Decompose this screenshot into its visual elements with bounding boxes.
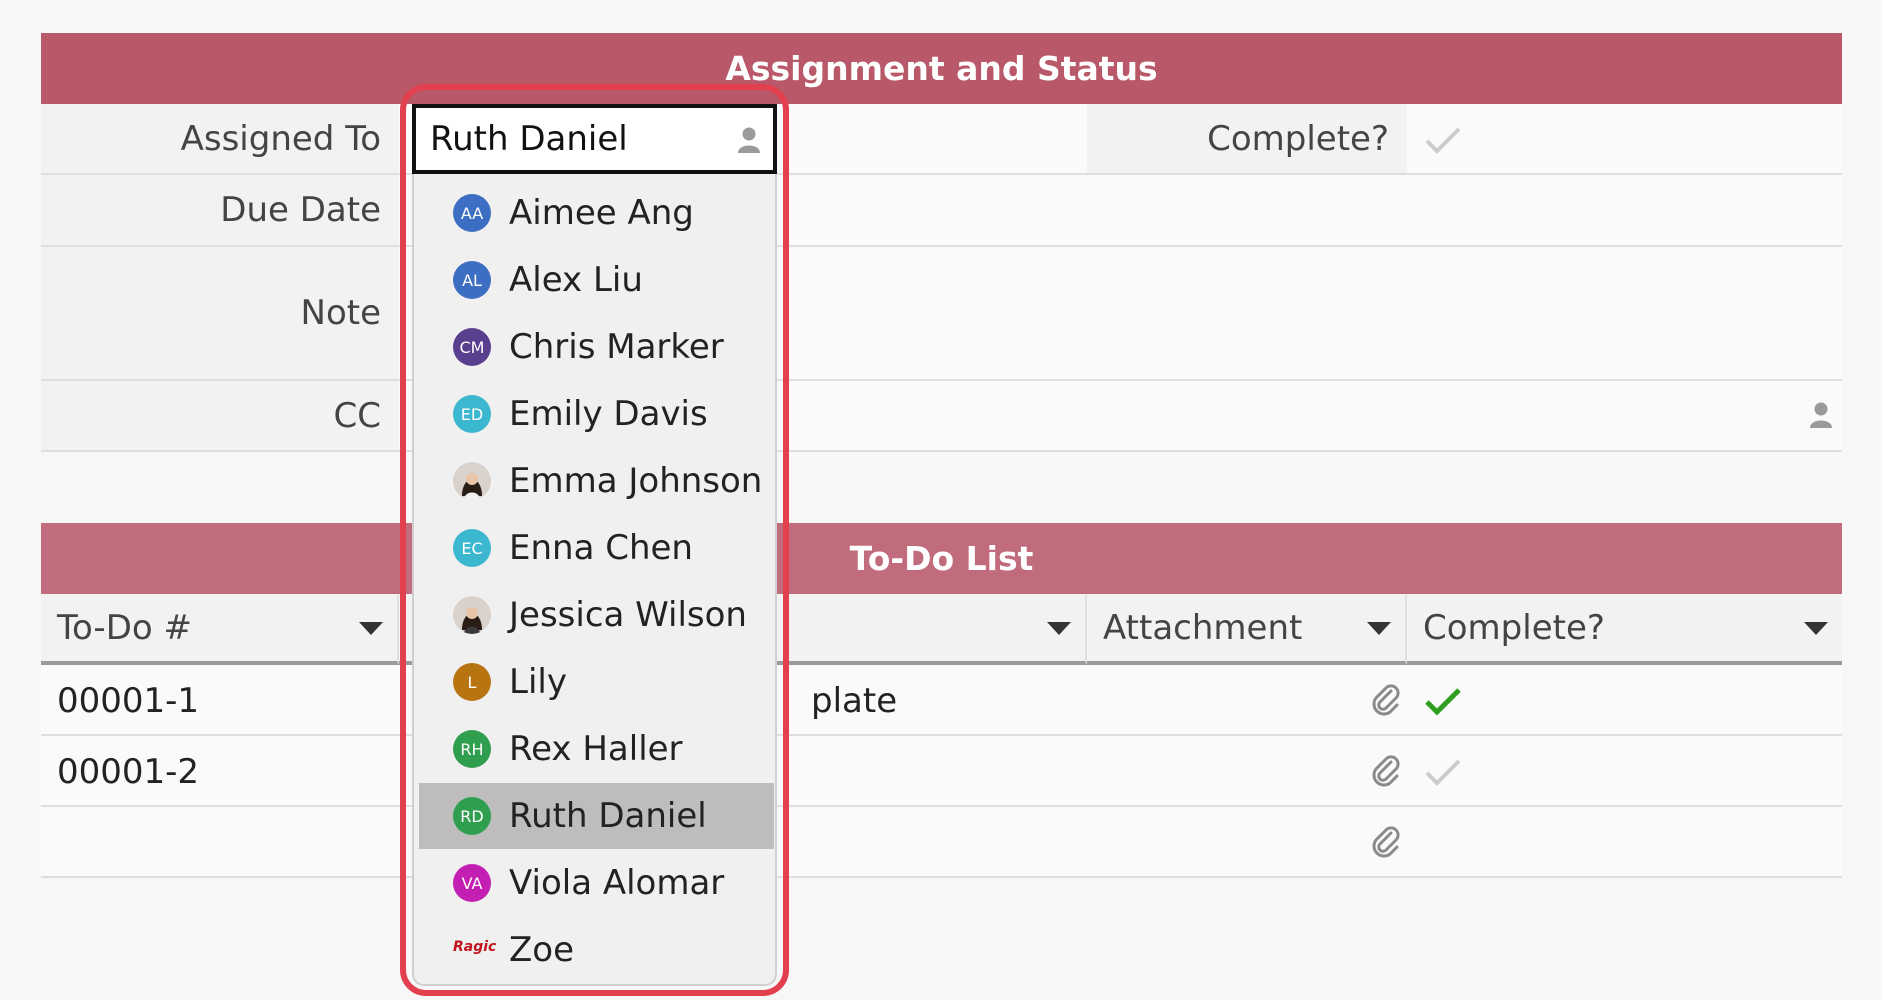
due-date-label: Due Date (41, 175, 399, 247)
assignment-status-title: Assignment and Status (725, 49, 1158, 88)
checkmark-icon[interactable] (1423, 756, 1463, 788)
todo-number: 00001-2 (57, 751, 200, 792)
complete-field[interactable] (1407, 104, 1842, 175)
assigned-to-label-text: Assigned To (180, 118, 381, 159)
header-todo-number-text: To-Do # (57, 607, 192, 648)
caret-down-icon[interactable] (1804, 621, 1828, 635)
highlight-outline (400, 84, 789, 996)
header-complete-text: Complete? (1423, 607, 1605, 648)
table-row[interactable]: 00001-2 (41, 736, 1842, 807)
header-complete[interactable]: Complete? (1407, 594, 1842, 665)
due-date-label-text: Due Date (220, 190, 381, 230)
caret-down-icon[interactable] (1047, 621, 1071, 635)
todo-number: 00001-1 (57, 680, 200, 721)
header-todo-number[interactable]: To-Do # (41, 594, 399, 665)
checkmark-icon[interactable] (1423, 685, 1463, 717)
header-attachment-text: Attachment (1103, 607, 1303, 648)
todo-list-title: To-Do List (849, 539, 1034, 578)
note-label-text: Note (300, 293, 381, 333)
cc-label-text: CC (333, 395, 381, 436)
checkmark-icon (1425, 127, 1461, 154)
paperclip-icon[interactable] (1371, 754, 1401, 788)
paperclip-icon[interactable] (1371, 825, 1401, 859)
assignment-status-header: Assignment and Status (41, 33, 1842, 104)
caret-down-icon[interactable] (359, 621, 383, 635)
header-attachment[interactable]: Attachment (1087, 594, 1407, 665)
person-icon[interactable] (1809, 401, 1833, 429)
paperclip-icon[interactable] (1371, 683, 1401, 717)
todo-list-header: To-Do List (41, 523, 1842, 594)
complete-label-text: Complete? (1207, 118, 1389, 159)
caret-down-icon[interactable] (1367, 621, 1391, 635)
complete-label: Complete? (1087, 104, 1407, 175)
note-label: Note (41, 247, 399, 381)
table-row[interactable] (41, 807, 1842, 878)
assigned-to-label: Assigned To (41, 104, 399, 175)
todo-description: plate (811, 680, 898, 721)
table-row[interactable]: 00001-1 plate (41, 665, 1842, 736)
cc-label: CC (41, 381, 399, 452)
